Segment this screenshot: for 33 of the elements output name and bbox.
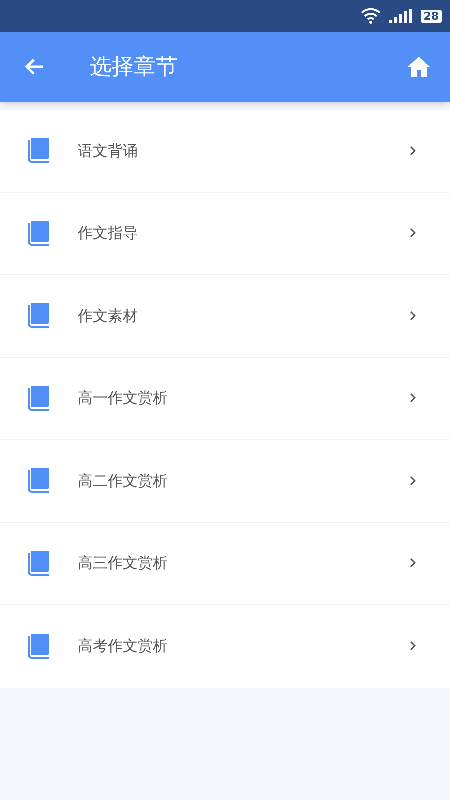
book-icon [28,634,49,659]
book-icon [28,138,49,164]
wifi-icon [360,8,381,24]
chevron-right-icon [410,310,416,321]
chevron-right-icon [410,393,416,404]
chapter-row[interactable]: 作文素材 [0,275,450,358]
home-button[interactable] [406,54,432,80]
chapter-row[interactable]: 高三作文赏析 [0,522,450,605]
chapter-row[interactable]: 高一作文赏析 [0,358,450,440]
book-icon [28,468,49,494]
chapter-row[interactable]: 高考作文赏析 [0,605,450,688]
chapter-label: 作文指导 [78,223,138,244]
chevron-right-icon [410,641,416,652]
chapter-label: 作文素材 [78,306,138,326]
chevron-right-icon [410,476,416,486]
chevron-right-icon [410,228,416,238]
chapter-label: 高三作文赏析 [78,553,168,574]
chevron-right-icon [410,146,416,156]
chapter-label: 高一作文赏析 [78,388,168,409]
book-icon [28,550,49,576]
page-title: 选择章节 [90,54,178,82]
chapter-label: 高二作文赏析 [78,470,168,492]
chapter-label: 高考作文赏析 [78,636,168,657]
chapter-label: 语文背诵 [78,140,138,162]
chapter-row[interactable]: 高二作文赏析 [0,440,450,522]
chapter-row[interactable]: 语文背诵 [0,110,450,192]
battery-level: 28 [420,10,442,22]
book-icon [28,220,49,246]
book-icon [28,303,49,328]
chevron-right-icon [410,558,416,568]
book-icon [28,386,49,411]
chapter-row[interactable]: 作文指导 [0,192,450,275]
signal-icon [388,9,413,23]
